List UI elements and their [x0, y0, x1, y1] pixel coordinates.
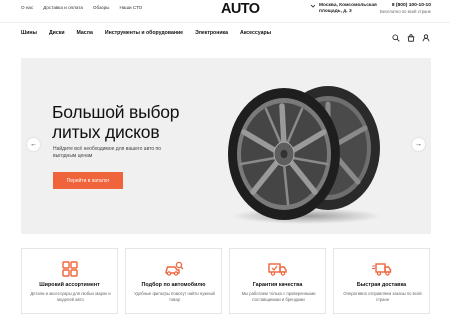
feature-title: Гарантия качества: [252, 282, 303, 288]
top-link-delivery[interactable]: Доставка и оплата: [43, 5, 83, 10]
phone-note: Бесплатно по всей стране: [379, 9, 431, 14]
feature-desc: Оперативно отправляем заказы по всей стр…: [343, 291, 422, 302]
feature-desc: Мы работаем только с проверенными постав…: [241, 291, 316, 302]
feature-card-assortment: Широкий ассортимент Детали и аксессуары …: [21, 248, 118, 314]
feature-title: Подбор по автомобилю: [141, 282, 206, 288]
feature-desc: Удобные фильтры помогут найти нужный тов…: [134, 291, 215, 302]
site-logo[interactable]: AUTO: [221, 1, 260, 17]
top-links: О нас Доставка и оплата Обзоры Наши СТО: [21, 5, 152, 10]
nav-item-tires[interactable]: Шины: [21, 30, 37, 36]
nav-item-tools[interactable]: Инструменты и оборудование: [105, 30, 183, 36]
arrow-right-icon: →: [415, 141, 422, 148]
phone-block: 8 (800) 100-10-10 Бесплатно по всей стра…: [380, 3, 431, 14]
user-icon[interactable]: [422, 29, 430, 42]
location-selector[interactable]: Москва, Комсомольская площадь, д. 3: [310, 3, 389, 15]
carousel-next-button[interactable]: →: [412, 138, 425, 151]
wheels-image: [216, 76, 391, 226]
chevron-down-icon: [310, 3, 316, 11]
phone-number[interactable]: 8 (800) 100-10-10: [380, 3, 431, 8]
feature-title: Быстрая доставка: [356, 282, 407, 288]
arrow-left-icon: ←: [30, 141, 37, 148]
feature-card-delivery: Быстрая доставка Оперативно отправляем з…: [333, 248, 430, 314]
fast-truck-icon: [372, 261, 392, 277]
top-link-reviews[interactable]: Обзоры: [93, 5, 110, 10]
top-link-service[interactable]: Наши СТО: [119, 5, 142, 10]
catalog-button[interactable]: Перейти в каталог: [53, 172, 123, 189]
truck-check-icon: [268, 261, 288, 277]
hero-title: Большой выбор литых дисков: [52, 102, 180, 142]
main-nav: Шины Диски Масла Инструменты и оборудова…: [21, 30, 283, 36]
feature-card-quality: Гарантия качества Мы работаем только с п…: [229, 248, 326, 314]
feature-card-selection: Подбор по автомобилю Удобные фильтры пом…: [125, 248, 222, 314]
features-section: Широкий ассортимент Детали и аксессуары …: [21, 248, 431, 314]
grid-icon: [60, 261, 80, 277]
hero-subtitle: Найдите всё необходимое для вашего авто …: [53, 146, 162, 159]
search-icon[interactable]: [392, 29, 400, 42]
feature-title: Широкий ассортимент: [39, 282, 100, 288]
cart-icon[interactable]: [407, 29, 415, 42]
top-bar: О нас Доставка и оплата Обзоры Наши СТО …: [0, 0, 450, 22]
hero-banner: ← Большой выбор литых дисков Найдите всё…: [21, 58, 431, 234]
nav-item-oils[interactable]: Масла: [77, 30, 93, 36]
nav-item-wheels[interactable]: Диски: [49, 30, 65, 36]
header-icons: [392, 29, 430, 42]
header-divider: [0, 22, 450, 23]
car-search-icon: [164, 261, 184, 277]
top-link-about[interactable]: О нас: [21, 5, 33, 10]
location-address: Москва, Комсомольская площадь, д. 3: [319, 3, 377, 14]
nav-item-accessories[interactable]: Аксессуары: [240, 30, 271, 36]
carousel-prev-button[interactable]: ←: [27, 138, 40, 151]
nav-item-electronics[interactable]: Электроника: [195, 30, 228, 36]
feature-desc: Детали и аксессуары для любых марок и мо…: [30, 291, 111, 302]
